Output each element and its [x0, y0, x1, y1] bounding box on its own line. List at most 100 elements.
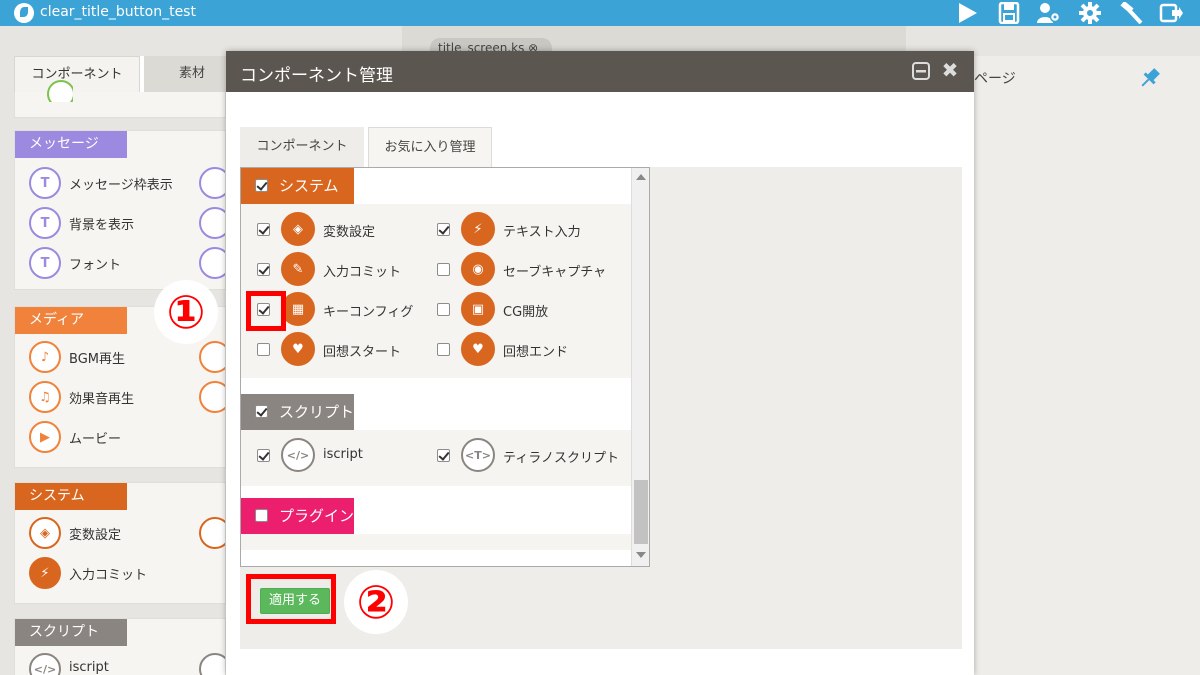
favorite-item-variable[interactable]: ◈ 変数設定	[257, 212, 427, 246]
item-checkbox[interactable]	[257, 223, 270, 236]
favorite-item-input-commit[interactable]: ✎ 入力コミット	[257, 252, 427, 286]
gear-icon	[1079, 2, 1101, 24]
message-window-icon: T	[29, 167, 61, 199]
camera-icon: ◉	[461, 252, 495, 286]
group-plugin: プラグイン	[241, 498, 631, 550]
group-header-script: スクリプト	[241, 394, 631, 430]
favorite-item-tyranoscript[interactable]: <T> ティラノスクリプト	[437, 438, 622, 472]
component-input-commit[interactable]: ⚡ 入力コミット	[29, 557, 189, 589]
component-movie[interactable]: ▶ ムービー	[29, 421, 189, 453]
top-bar: clear_title_button_test	[0, 0, 1200, 26]
right-page-panel: ページ	[974, 56, 1200, 675]
text-icon	[199, 247, 225, 279]
sound-file-icon: ♫	[29, 381, 61, 413]
box-icon: ◈	[281, 212, 315, 246]
component-font[interactable]: T フォント	[29, 247, 189, 279]
section-header-system: システム	[15, 483, 127, 510]
tab-favorites-management[interactable]: お気に入り管理	[368, 127, 492, 167]
heart-icon: ♥	[461, 332, 495, 366]
group-script: スクリプト </> iscript <T> ティラノスクリプト	[241, 394, 631, 486]
scroll-thumb[interactable]	[634, 480, 648, 544]
highlight-apply-button	[246, 574, 336, 624]
favorite-item-recall-end[interactable]: ♥ 回想エンド	[437, 332, 617, 366]
box-icon: ◈	[29, 517, 61, 549]
scroll-down-icon[interactable]	[636, 552, 646, 558]
tab-components[interactable]: コンポーネント	[240, 127, 364, 167]
users-settings-button[interactable]	[1033, 0, 1063, 26]
left-section-message: メッセージ T メッセージ枠表示 T 背景を表示 T フォント	[14, 130, 226, 290]
component-variable[interactable]: ◈ 変数設定	[29, 517, 189, 549]
item-checkbox[interactable]	[257, 263, 270, 276]
hammer-icon	[1120, 0, 1143, 25]
group-header-plugin: プラグイン	[241, 498, 631, 534]
media-file-icon	[199, 341, 225, 373]
favorite-item-cg-unlock[interactable]: ▣ CG開放	[437, 292, 617, 326]
component-bgm[interactable]: ♪ BGM再生	[29, 341, 189, 373]
group-checkbox-script[interactable]	[255, 405, 268, 418]
group-checkbox-system[interactable]	[255, 179, 268, 192]
tab-components[interactable]: コンポーネント	[14, 56, 140, 92]
plug-icon: ✎	[281, 252, 315, 286]
highlight-key-config-checkbox	[246, 291, 286, 331]
play-icon	[959, 3, 977, 23]
app-logo-icon	[14, 3, 34, 23]
list-scrollbar[interactable]	[631, 168, 649, 566]
close-icon[interactable]: ✖	[940, 60, 960, 80]
component-show-background[interactable]: T 背景を表示	[29, 207, 189, 239]
app-title: clear_title_button_test	[40, 4, 196, 20]
item-checkbox[interactable]	[437, 263, 450, 276]
item-checkbox[interactable]	[257, 343, 270, 356]
tag-icon: <T>	[461, 438, 495, 472]
group-header-system: システム	[241, 168, 631, 204]
settings-button[interactable]	[1075, 0, 1105, 26]
save-button[interactable]	[994, 0, 1024, 26]
media-file-icon	[199, 381, 225, 413]
image-icon: ▣	[461, 292, 495, 326]
bolt-icon: ⚡	[461, 212, 495, 246]
heart-icon: ♥	[281, 332, 315, 366]
dialog-header: コンポーネント管理 ✖	[226, 51, 974, 92]
left-section-script: スクリプト </> iscript	[14, 618, 226, 675]
item-checkbox[interactable]	[257, 449, 270, 462]
component-message-window[interactable]: T メッセージ枠表示	[29, 167, 189, 199]
movie-file-icon: ▶	[29, 421, 61, 453]
keyboard-icon: ▦	[281, 292, 315, 326]
users-gear-icon	[1037, 3, 1061, 23]
left-section-system: システム ◈ 変数設定 ⚡ 入力コミット	[14, 482, 226, 604]
music-file-icon: ♪	[29, 341, 61, 373]
section-header-script: スクリプト	[15, 619, 127, 646]
favorite-item-recall-start[interactable]: ♥ 回想スタート	[257, 332, 427, 366]
section-header-media: メディア	[15, 307, 127, 334]
annotation-marker-1: ①	[154, 280, 218, 344]
pin-icon[interactable]	[1138, 66, 1162, 90]
code-icon: </>	[29, 653, 61, 675]
page-panel-label: ページ	[974, 71, 1016, 87]
code-icon: </>	[281, 438, 315, 472]
save-icon	[998, 1, 1020, 25]
group-system: システム ◈ 変数設定 ⚡ テキスト入力 ✎ 入力コミット ◉ セーブキャプチャ…	[241, 168, 631, 378]
item-checkbox[interactable]	[437, 449, 450, 462]
minimize-icon[interactable]	[912, 62, 930, 80]
text-icon	[199, 167, 225, 199]
text-icon	[199, 207, 225, 239]
item-checkbox[interactable]	[437, 303, 450, 316]
export-button[interactable]	[1156, 0, 1186, 26]
scroll-up-icon[interactable]	[636, 174, 646, 180]
component-sound-effect[interactable]: ♫ 効果音再生	[29, 381, 189, 413]
plug-icon: ⚡	[29, 557, 61, 589]
favorite-item-text-input[interactable]: ⚡ テキスト入力	[437, 212, 617, 246]
group-checkbox-plugin[interactable]	[255, 509, 268, 522]
export-icon	[1159, 3, 1183, 23]
favorite-item-save-capture[interactable]: ◉ セーブキャプチャ	[437, 252, 617, 286]
favorite-item-iscript[interactable]: </> iscript	[257, 438, 427, 472]
item-checkbox[interactable]	[437, 223, 450, 236]
font-icon: T	[29, 247, 61, 279]
item-checkbox[interactable]	[437, 343, 450, 356]
play-button[interactable]	[952, 0, 982, 26]
component-iscript[interactable]: </> iscript	[29, 653, 189, 675]
left-section-partial	[14, 80, 226, 118]
component-manager-dialog: コンポーネント管理 ✖ コンポーネント お気に入り管理 システム ◈ 変数設定 …	[154, 51, 974, 675]
build-button[interactable]	[1116, 0, 1146, 26]
favorites-list: システム ◈ 変数設定 ⚡ テキスト入力 ✎ 入力コミット ◉ セーブキャプチャ…	[240, 167, 650, 567]
background-icon: T	[29, 207, 61, 239]
